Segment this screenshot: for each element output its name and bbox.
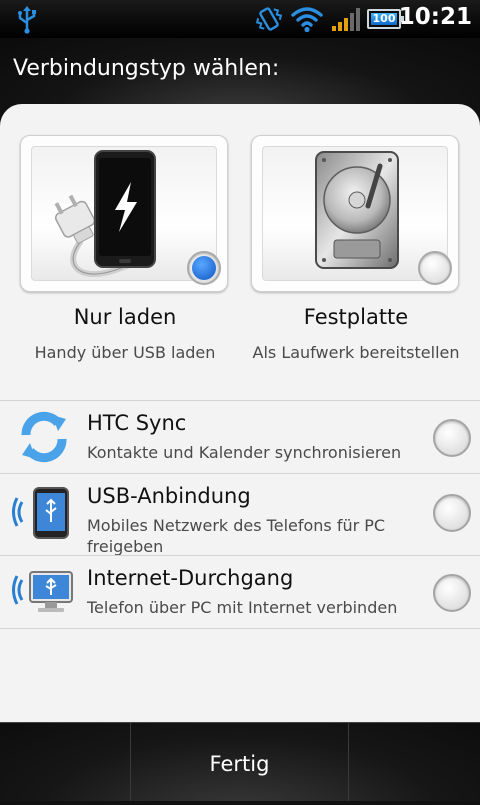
internet-passthrough-radio[interactable] (433, 574, 471, 612)
list-item-title: USB-Anbindung (87, 484, 251, 508)
list-item-title: HTC Sync (87, 411, 187, 435)
list-item-htc-sync[interactable]: HTC Sync Kontakte und Kalender synchroni… (0, 400, 480, 473)
option-title: Nur laden (73, 305, 177, 329)
list-item-internet-passthrough[interactable]: Internet-Durchgang Telefon über PC mit I… (0, 555, 480, 629)
sync-icon (21, 411, 67, 463)
htc-sync-radio[interactable] (433, 419, 471, 457)
usb-tethering-radio[interactable] (433, 494, 471, 532)
list-item-description: Kontakte und Kalender synchronisieren (87, 443, 402, 462)
usb-tether-icon (12, 487, 69, 539)
option-title: Festplatte (303, 305, 409, 329)
dialog-header: Verbindungstyp wählen: (0, 38, 480, 104)
disk-drive-radio[interactable] (418, 251, 452, 285)
option-card-disk-drive[interactable] (251, 135, 459, 292)
battery-level: 100 (372, 12, 396, 25)
list-item-description: Telefon über PC mit Internet verbinden (87, 598, 398, 617)
list-item-description: Mobiles Netzwerk des Telefons für PC fre… (87, 516, 386, 556)
done-button[interactable]: Fertig (131, 723, 348, 801)
clock: 10:21 (398, 4, 472, 30)
option-description: Handy über USB laden (34, 343, 216, 362)
vibrate-icon (255, 7, 283, 31)
dialog-title: Verbindungstyp wählen: (13, 56, 280, 81)
option-card-charge-only[interactable] (20, 135, 228, 292)
footer-divider (348, 723, 349, 801)
charge-only-radio[interactable] (187, 251, 221, 285)
battery-icon: 100 (367, 9, 404, 29)
internet-passthrough-icon (12, 571, 73, 612)
wifi-icon (291, 7, 323, 33)
list-item-usb-tethering[interactable]: USB-Anbindung Mobiles Netzwerk des Telef… (0, 473, 480, 556)
option-description: Als Laufwerk bereitstellen (252, 343, 460, 362)
signal-icon (332, 8, 360, 31)
list-item-title: Internet-Durchgang (87, 566, 294, 590)
status-bar: 100 10:21 (0, 0, 480, 38)
dialog-footer: Fertig (0, 722, 480, 801)
options-panel: Nur laden Handy über USB laden Festplatt… (0, 104, 480, 722)
usb-icon (18, 6, 36, 34)
